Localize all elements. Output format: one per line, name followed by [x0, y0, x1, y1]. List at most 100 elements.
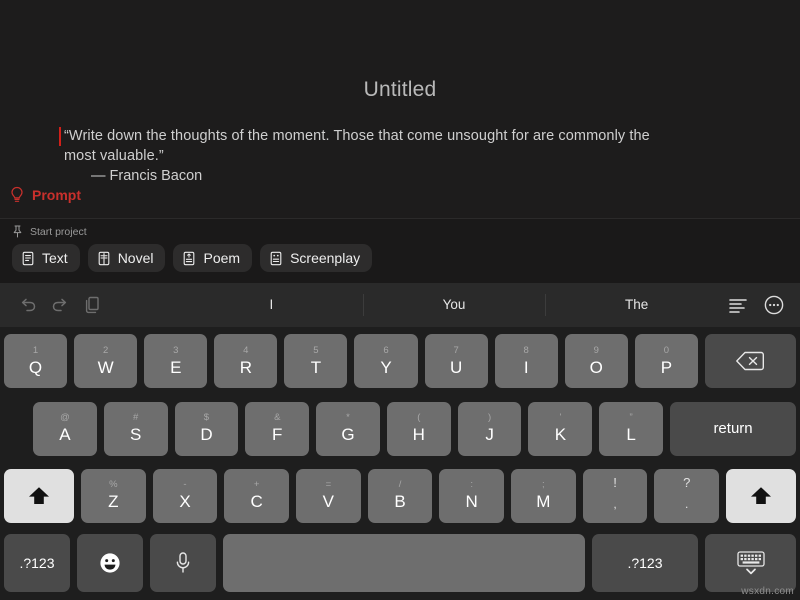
- document-editor[interactable]: Untitled “Write down the thoughts of the…: [0, 0, 800, 218]
- key-space[interactable]: [223, 534, 585, 592]
- key-alt-label: ': [559, 412, 562, 423]
- key-numeric-mode-left[interactable]: .?123: [4, 534, 70, 592]
- project-chip-label: Screenplay: [290, 250, 361, 266]
- key-shift-right[interactable]: [726, 468, 797, 523]
- page-title[interactable]: Untitled: [0, 78, 800, 102]
- key-alt-label: *: [346, 412, 350, 423]
- key-shift-left[interactable]: [4, 468, 74, 523]
- document-book-icon: [97, 251, 111, 266]
- key-z[interactable]: % Z: [81, 468, 146, 523]
- project-chip-label: Poem: [203, 250, 241, 266]
- key-c[interactable]: + C: [224, 468, 290, 523]
- project-chip-screenplay[interactable]: Screenplay: [260, 244, 373, 272]
- quote-line-1: “Write down the thoughts of the moment. …: [64, 128, 650, 144]
- key-main-label: R: [239, 357, 252, 377]
- pin-icon: [12, 225, 23, 238]
- key-main-label: return: [713, 420, 753, 437]
- key-main-label: W: [97, 357, 114, 377]
- key-d[interactable]: $ D: [174, 401, 239, 456]
- key-main-label: N: [465, 492, 478, 511]
- key-u[interactable]: 7 U: [424, 334, 488, 388]
- key-emoji[interactable]: [77, 534, 143, 592]
- key-alt-label: =: [325, 479, 332, 490]
- project-chip-poem[interactable]: Poem: [173, 244, 253, 272]
- key-alt-label: 9: [593, 344, 599, 356]
- key-dismiss-keyboard[interactable]: [705, 534, 796, 592]
- key-l[interactable]: ” L: [599, 401, 664, 456]
- key-v[interactable]: = V: [296, 468, 361, 523]
- key-main-label: .: [685, 496, 689, 511]
- text-format-icon[interactable]: [728, 297, 748, 313]
- key-m[interactable]: ; M: [511, 468, 576, 523]
- key-p[interactable]: 0 P: [634, 334, 698, 388]
- key-o[interactable]: 9 O: [564, 334, 628, 388]
- project-chip-novel[interactable]: Novel: [87, 244, 166, 272]
- key-s[interactable]: # S: [103, 401, 168, 456]
- key-alt-label: /: [398, 479, 402, 490]
- key-alt-label: ): [487, 412, 492, 423]
- key-alt-label: 6: [383, 344, 389, 356]
- key-main-label: C: [250, 492, 263, 511]
- key-comma[interactable]: ! ,: [582, 468, 648, 523]
- redo-icon[interactable]: [51, 297, 70, 314]
- key-t[interactable]: 5 T: [284, 334, 348, 388]
- key-n[interactable]: : N: [439, 468, 505, 523]
- key-period[interactable]: ? .: [654, 468, 720, 523]
- key-main-label: O: [589, 357, 603, 377]
- key-alt-label: %: [109, 479, 118, 490]
- key-y[interactable]: 6 Y: [354, 334, 418, 388]
- key-q[interactable]: 1 Q: [4, 334, 68, 388]
- key-alt-label: ;: [542, 479, 545, 490]
- key-main-label: Z: [108, 492, 119, 511]
- key-main-label: A: [59, 425, 71, 444]
- key-microphone[interactable]: [150, 534, 216, 592]
- key-main-label: Y: [380, 357, 392, 377]
- key-numeric-mode-right[interactable]: .?123: [592, 534, 698, 592]
- suggestion-list: I You The: [180, 283, 728, 327]
- on-screen-keyboard: 1 Q 2 W 3 E 4 R 5 T 6 Y 7 U 8 I 9 O 0 P …: [0, 327, 800, 600]
- key-e[interactable]: 3 E: [144, 334, 208, 388]
- key-g[interactable]: * G: [316, 401, 380, 456]
- keyboard-dismiss-icon: [734, 549, 768, 577]
- project-chip-text[interactable]: Text: [12, 244, 80, 272]
- key-r[interactable]: 4 R: [214, 334, 278, 388]
- key-alt-label: !: [613, 474, 617, 490]
- document-body[interactable]: “Write down the thoughts of the moment. …: [59, 126, 736, 186]
- undo-icon[interactable]: [18, 297, 37, 314]
- key-main-label: X: [179, 492, 191, 511]
- document-poem-icon: [182, 251, 196, 266]
- suggestion-bar-right-tools: [728, 295, 800, 315]
- key-main-label: D: [200, 425, 213, 444]
- prompt-button[interactable]: Prompt: [10, 186, 81, 204]
- suggestion-item[interactable]: I: [180, 283, 363, 327]
- project-type-chips: Text Novel Poem Screenplay: [0, 238, 800, 272]
- key-alt-label: ”: [629, 412, 633, 423]
- more-circle-icon[interactable]: [764, 295, 784, 315]
- key-return[interactable]: return: [670, 401, 797, 456]
- key-b[interactable]: / B: [367, 468, 433, 523]
- key-main-label: Q: [28, 357, 43, 377]
- key-j[interactable]: ) J: [457, 401, 522, 456]
- key-k[interactable]: ' K: [528, 401, 593, 456]
- key-alt-label: 0: [663, 344, 670, 356]
- key-f[interactable]: & F: [245, 401, 310, 456]
- suggestion-item[interactable]: You: [362, 283, 546, 327]
- suggestion-item[interactable]: The: [545, 283, 728, 327]
- suggestion-bar-left-tools: [0, 296, 180, 314]
- key-backspace[interactable]: [704, 334, 796, 388]
- watermark: wsxdn.com: [741, 586, 794, 597]
- key-alt-label: -: [183, 479, 187, 490]
- document-screenplay-icon: [269, 251, 283, 266]
- key-w[interactable]: 2 W: [74, 334, 138, 388]
- key-alt-label: +: [253, 479, 260, 490]
- key-main-label: B: [394, 492, 406, 511]
- key-i[interactable]: 8 I: [494, 334, 558, 388]
- key-a[interactable]: @ A: [33, 401, 97, 456]
- paste-icon[interactable]: [84, 296, 101, 314]
- start-project-row: Start project: [0, 219, 800, 238]
- key-alt-label: &: [274, 412, 281, 423]
- key-alt-label: :: [470, 479, 474, 490]
- key-x[interactable]: - X: [152, 468, 218, 523]
- key-main-label: J: [485, 425, 494, 444]
- key-h[interactable]: ( H: [386, 401, 451, 456]
